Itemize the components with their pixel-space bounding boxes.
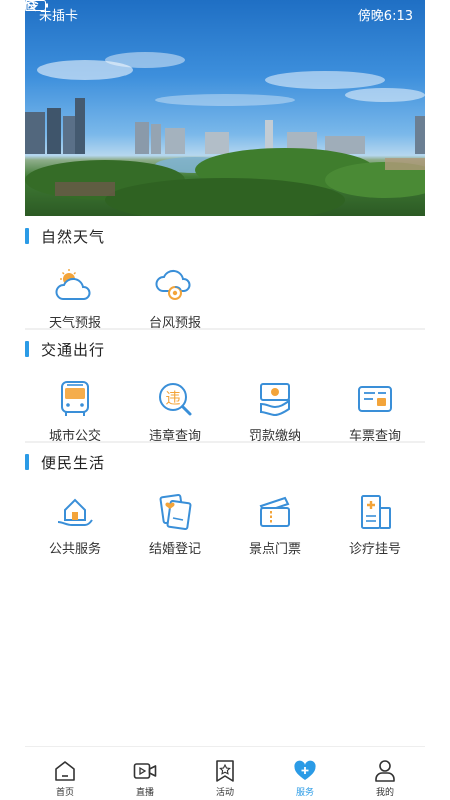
- tab-label: 我的: [375, 788, 394, 798]
- hero-banner[interactable]: 未插卡 D 傍晚6:13: [25, 0, 425, 216]
- section-title: 自然天气: [25, 224, 105, 248]
- weather-cloud-sun-icon: [55, 269, 91, 300]
- marriage-register-icon: [159, 493, 192, 531]
- section-title-text: 自然天气: [41, 227, 106, 246]
- tab-label: 服务: [295, 788, 314, 798]
- section-title-text: 交通出行: [41, 340, 106, 359]
- tab-service[interactable]: 服务: [265, 747, 345, 800]
- city-park-illustration: [25, 52, 425, 216]
- bus-icon: [61, 381, 89, 416]
- public-service-icon: [57, 498, 93, 526]
- service-tile-hospital[interactable]: 诊疗挂号: [325, 492, 425, 564]
- section-title-text: 便民生活: [41, 453, 106, 472]
- clock-text: 傍晚6:13: [357, 8, 413, 24]
- section-divider: [25, 328, 425, 330]
- service-grid: 城市公交 违 违章查询 罚款缴纳 车票查询: [25, 379, 425, 449]
- tab-label: 首页: [55, 788, 74, 798]
- tab-mine[interactable]: 我的: [345, 747, 425, 800]
- service-tile-scenic[interactable]: 景点门票: [225, 492, 325, 564]
- service-label: 诊疗挂号: [348, 542, 401, 557]
- service-heart-icon: [294, 760, 316, 780]
- bottom-tab-bar: 首页 直播 活动 服务 我的: [25, 746, 425, 800]
- tab-activity[interactable]: 活动: [185, 747, 265, 800]
- section-title: 交通出行: [25, 337, 105, 361]
- service-label: 公共服务: [48, 542, 101, 557]
- video-icon: [133, 763, 157, 779]
- tab-home[interactable]: 首页: [25, 747, 105, 800]
- scenic-ticket-icon: [259, 496, 290, 527]
- service-label: 景点门票: [248, 542, 301, 557]
- service-tile-marriage[interactable]: 结婚登记: [125, 492, 225, 564]
- service-tile-public[interactable]: 公共服务: [25, 492, 125, 564]
- activity-bookmark-icon: [216, 760, 234, 782]
- status-bar: 未插卡 D 傍晚6:13: [25, 0, 425, 28]
- app-screen: 未插卡 D 傍晚6:13 自然天气 天气预报 台风预报 交通出行 城市公交 违 …: [25, 0, 425, 800]
- fine-payment-icon: [260, 383, 290, 417]
- tab-label: 直播: [135, 788, 154, 798]
- user-icon: [375, 760, 395, 782]
- section-accent-bar: [25, 228, 29, 244]
- section-divider: [25, 441, 425, 443]
- section-accent-bar: [25, 454, 29, 470]
- ticket-search-icon: [358, 386, 392, 412]
- svg-text:违: 违: [165, 389, 180, 407]
- section-title: 便民生活: [25, 450, 105, 474]
- service-grid: 天气预报 台风预报: [25, 266, 425, 336]
- service-grid: 公共服务 结婚登记 景点门票 诊疗挂号: [25, 492, 425, 562]
- tab-live[interactable]: 直播: [105, 747, 185, 800]
- tab-label: 活动: [215, 788, 234, 798]
- typhoon-icon: [155, 269, 191, 300]
- hospital-register-icon: [361, 495, 391, 529]
- section-accent-bar: [25, 341, 29, 357]
- violation-search-icon: 违: [159, 383, 192, 416]
- service-label: 结婚登记: [148, 542, 201, 557]
- home-icon: [55, 761, 75, 781]
